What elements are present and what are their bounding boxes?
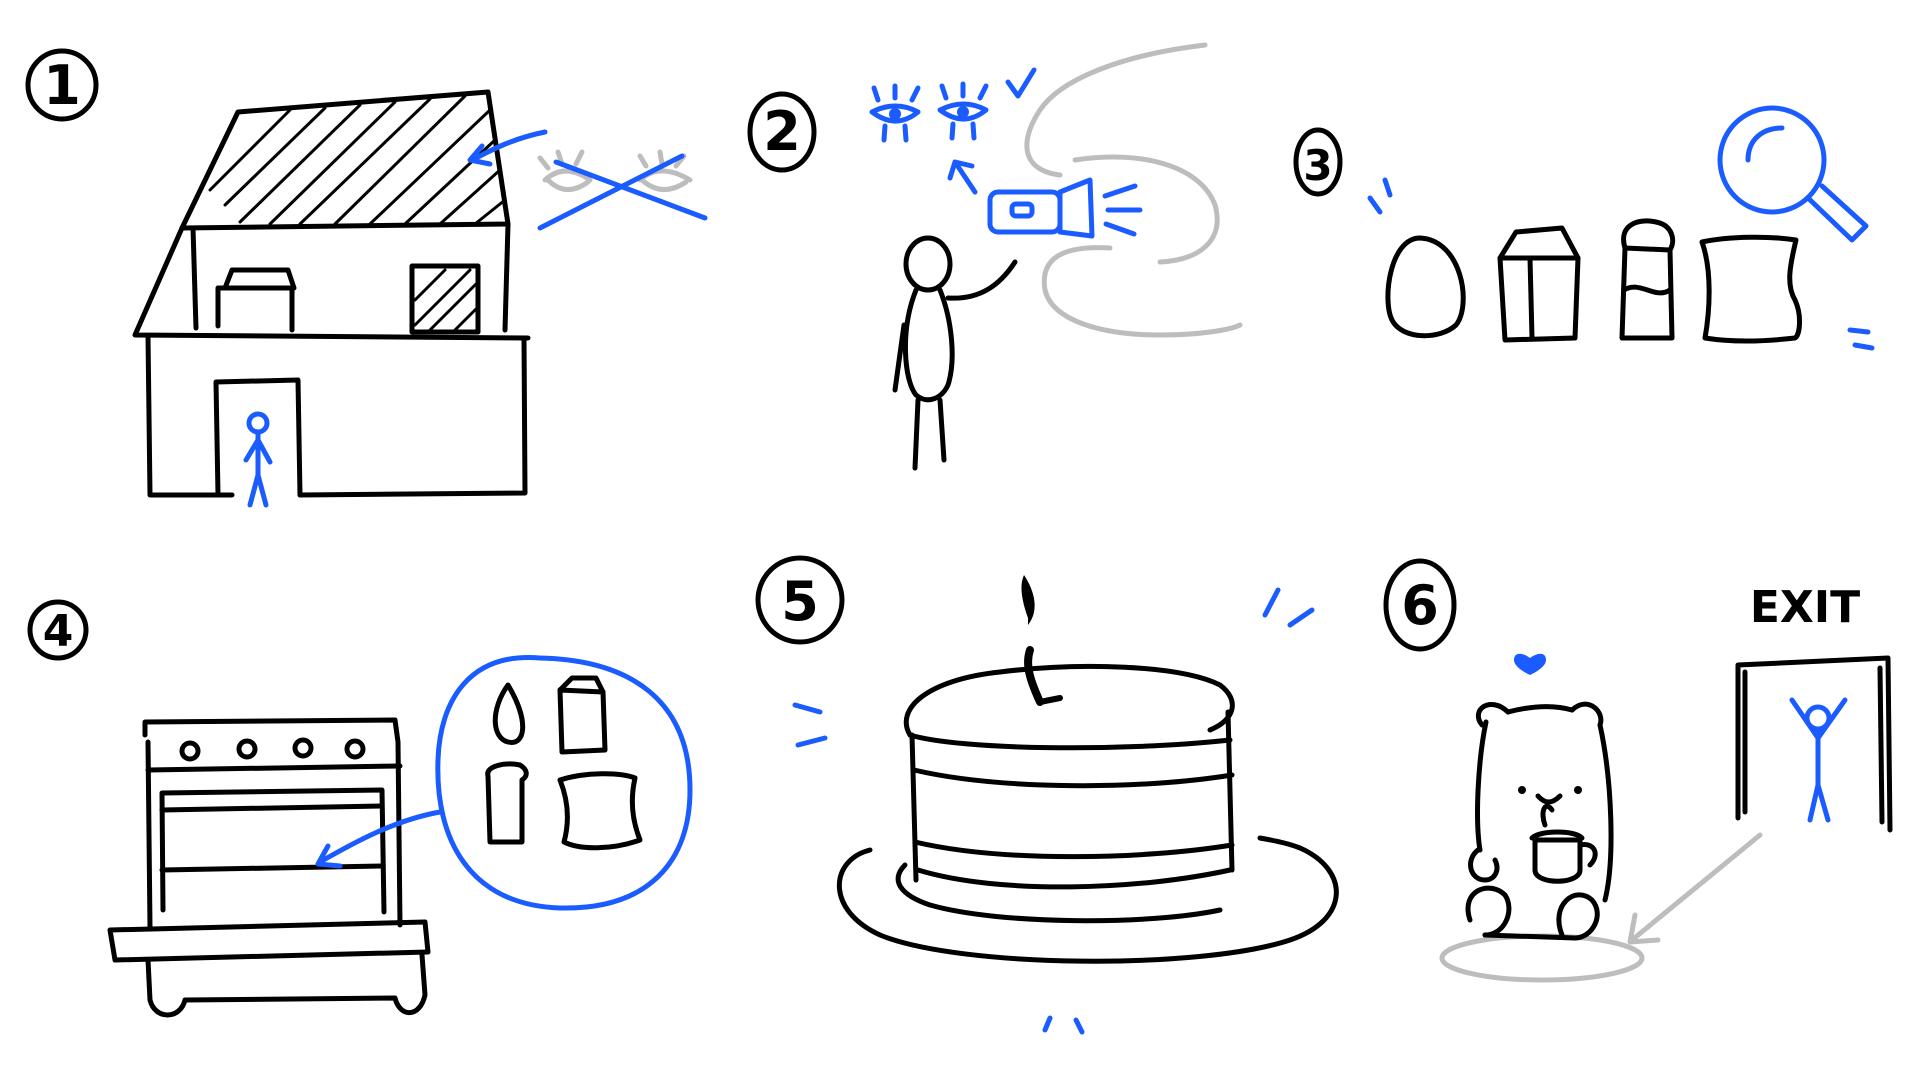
- sparkle-marks: [1042, 1015, 1085, 1035]
- flashlight-icon: [987, 177, 1143, 239]
- panel-5: 5: [755, 555, 1339, 1035]
- pointer-arrow: [467, 129, 548, 167]
- storyboard-canvas: 1 2 3 4 5 6 EXIT: [25, 42, 1893, 1035]
- house-icon: [132, 89, 531, 498]
- sparkle-marks: [792, 702, 828, 748]
- eyes-icon: [869, 81, 989, 143]
- sparkle-marks: [1367, 177, 1393, 215]
- panel-1: 1: [25, 48, 708, 508]
- step-number-3: 3: [1293, 127, 1343, 197]
- step-number-2: 2: [747, 91, 817, 173]
- bear-icon: [1465, 701, 1614, 941]
- egg-icon: [1385, 235, 1466, 339]
- step-number-6: 6: [1383, 558, 1457, 652]
- sparkle-marks: [1847, 327, 1875, 351]
- ingredients-bubble: [435, 655, 693, 911]
- jar-icon: [1619, 218, 1676, 341]
- into-oven-arrow: [315, 809, 443, 869]
- oven-icon: [107, 717, 431, 1018]
- stick-figure-icon: [892, 235, 1018, 471]
- panel-6: 6 EXIT: [1383, 558, 1893, 983]
- panel-2: 2: [747, 42, 1243, 471]
- panel-4: 4: [27, 599, 693, 1018]
- eyes-crossed-icon: [537, 149, 708, 231]
- roof-hatching: [208, 94, 507, 226]
- heart-icon: [1514, 653, 1546, 675]
- step-number-1: 1: [25, 48, 99, 122]
- exit-sign: EXIT: [1750, 582, 1860, 633]
- rug-shadow: [1439, 933, 1645, 983]
- magnifier-icon: [1717, 105, 1869, 243]
- checkmark-icon: [1005, 67, 1037, 99]
- person-exiting-icon: [1789, 697, 1848, 823]
- storyboard: 1 2 3 4 5 6 EXIT: [0, 0, 1920, 1080]
- panel-3: 3: [1293, 105, 1875, 351]
- milk-carton-icon: [1497, 225, 1581, 343]
- svg-text:2: 2: [763, 100, 801, 163]
- sparkle-marks: [1262, 587, 1315, 628]
- person-at-door-icon: [243, 411, 273, 508]
- svg-text:4: 4: [43, 606, 74, 657]
- svg-text:5: 5: [781, 570, 819, 633]
- svg-text:3: 3: [1303, 141, 1332, 190]
- cake-icon: [836, 575, 1339, 964]
- flour-bag-icon: [1699, 234, 1802, 344]
- return-arrow: [1627, 832, 1763, 945]
- svg-text:1: 1: [43, 54, 81, 117]
- up-arrow: [947, 159, 978, 195]
- step-number-4: 4: [27, 599, 89, 661]
- step-number-5: 5: [755, 555, 845, 645]
- svg-text:6: 6: [1401, 574, 1439, 637]
